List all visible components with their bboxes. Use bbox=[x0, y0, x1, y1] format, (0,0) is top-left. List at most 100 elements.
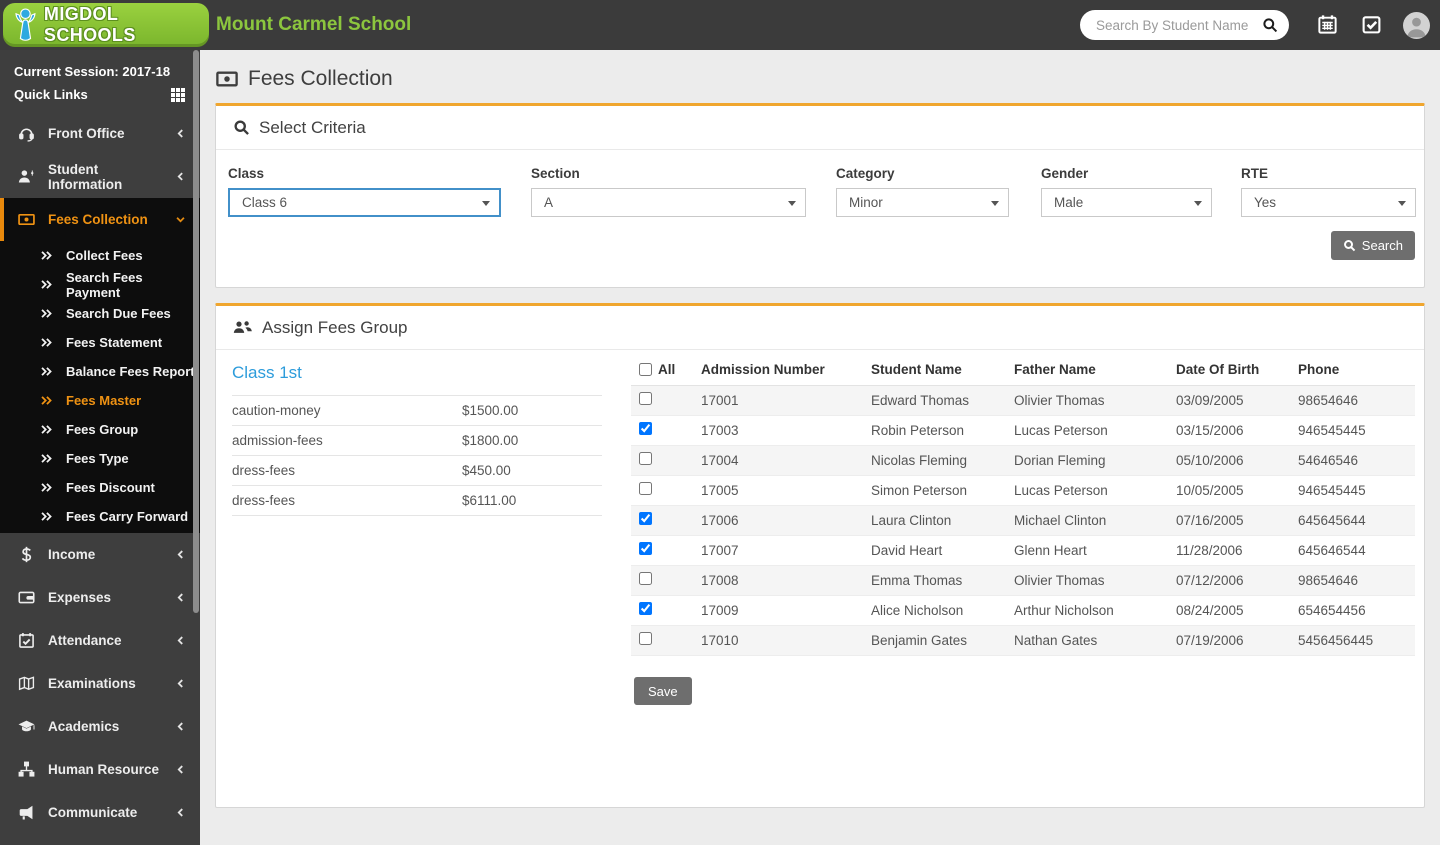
communicate-icon bbox=[18, 804, 35, 821]
rte-select[interactable]: Yes bbox=[1241, 188, 1416, 217]
row-checkbox-cell bbox=[631, 475, 692, 506]
section-select[interactable]: A bbox=[531, 188, 806, 217]
sidebar-item-expenses[interactable]: Expenses bbox=[0, 576, 200, 619]
students-table: All Admission Number Student Name Father Na… bbox=[631, 355, 1415, 656]
sidebar-item-label: Examinations bbox=[48, 676, 136, 691]
row-checkbox[interactable] bbox=[639, 572, 652, 585]
sidebar-subitem-search-fees-payment[interactable]: Search Fees Payment bbox=[0, 269, 200, 300]
sidebar-subitem-label: Fees Master bbox=[66, 393, 142, 408]
sidebar-item-label: Attendance bbox=[48, 633, 122, 648]
user-avatar[interactable] bbox=[1403, 12, 1430, 39]
sidebar-subitem-fees-type[interactable]: Fees Type bbox=[0, 444, 200, 473]
sidebar-subitem-balance-fees-report[interactable]: Balance Fees Report bbox=[0, 357, 200, 386]
fee-amount: $1500.00 bbox=[462, 403, 519, 418]
sidebar-item-communicate[interactable]: Communicate bbox=[0, 791, 200, 834]
student-row: 17005 Simon Peterson Lucas Peterson 10/05/2… bbox=[631, 475, 1415, 506]
caret-down-icon bbox=[482, 200, 490, 206]
fee-row: dress-fees $6111.00 bbox=[232, 486, 602, 516]
select-all-cell: All bbox=[631, 355, 692, 386]
sidebar-subitem-fees-group[interactable]: Fees Group bbox=[0, 415, 200, 444]
row-checkbox[interactable] bbox=[639, 512, 652, 525]
sidebar-scrollbar[interactable] bbox=[193, 50, 199, 613]
row-checkbox[interactable] bbox=[639, 422, 652, 435]
father-cell: Olivier Thomas bbox=[1005, 385, 1167, 416]
logo-text: MIGDOL SCHOOLS bbox=[43, 4, 136, 45]
double-right-icon bbox=[40, 249, 53, 262]
sidebar-item-human-resource[interactable]: Human Resource bbox=[0, 748, 200, 791]
save-button[interactable]: Save bbox=[634, 677, 692, 705]
sidebar-subitem-label: Fees Carry Forward bbox=[66, 509, 189, 524]
row-checkbox[interactable] bbox=[639, 632, 652, 645]
sidebar-item-academics[interactable]: Academics bbox=[0, 705, 200, 748]
chevron-down-icon bbox=[175, 214, 186, 225]
sidebar-subitem-label: Search Fees Payment bbox=[66, 269, 143, 300]
fee-amount: $6111.00 bbox=[462, 493, 517, 508]
phone-cell: 645645644 bbox=[1289, 505, 1415, 536]
row-checkbox[interactable] bbox=[639, 542, 652, 555]
select-all-checkbox[interactable] bbox=[639, 363, 652, 377]
fee-amount: $450.00 bbox=[462, 463, 511, 478]
sidebar-item-label: Expenses bbox=[48, 590, 112, 605]
fee-name: admission-fees bbox=[232, 433, 323, 448]
admission-cell: 17001 bbox=[692, 385, 862, 416]
row-checkbox-cell bbox=[631, 445, 692, 476]
task-check-icon[interactable] bbox=[1361, 14, 1382, 35]
fee-name: caution-money bbox=[232, 403, 321, 418]
sidebar-subitem-fees-master[interactable]: Fees Master bbox=[0, 386, 200, 415]
row-checkbox-cell bbox=[631, 595, 692, 626]
field-category: Category Minor bbox=[836, 166, 1009, 217]
assign-fees-group-body: Class 1st caution-money $1500.00 admission… bbox=[216, 353, 1424, 807]
user-icon bbox=[1403, 12, 1430, 39]
row-checkbox[interactable] bbox=[639, 482, 652, 495]
fee-row: dress-fees $450.00 bbox=[232, 456, 602, 486]
select-all-label: All bbox=[658, 362, 676, 378]
caret-down-icon bbox=[991, 200, 999, 206]
admission-cell: 17010 bbox=[692, 625, 862, 656]
class-select[interactable]: Class 6 bbox=[228, 188, 501, 217]
search-button[interactable]: Search bbox=[1330, 231, 1415, 260]
father-cell: Arthur Nicholson bbox=[1005, 595, 1167, 626]
sidebar-subitem-search-due-fees[interactable]: Search Due Fees bbox=[0, 299, 200, 328]
phone-cell: 946545445 bbox=[1289, 415, 1415, 446]
sidebar-subitem-collect-fees[interactable]: Collect Fees bbox=[0, 241, 200, 270]
sidebar-item-attendance[interactable]: Attendance bbox=[0, 619, 200, 662]
gender-select[interactable]: Male bbox=[1041, 188, 1212, 217]
phone-cell: 98654646 bbox=[1289, 385, 1415, 416]
grid-icon[interactable] bbox=[170, 87, 186, 103]
student-search-input[interactable] bbox=[1096, 17, 1262, 33]
select-value: Yes bbox=[1254, 195, 1277, 210]
select-criteria-body: Search Class Class 6 Section A Category Minor… bbox=[216, 153, 1424, 287]
field-label: RTE bbox=[1241, 166, 1268, 181]
sidebar-item-label: Student Information bbox=[48, 161, 123, 192]
chevron-left-icon bbox=[175, 764, 186, 775]
calendar-icon[interactable] bbox=[1317, 14, 1338, 35]
dob-cell: 07/16/2005 bbox=[1167, 505, 1289, 536]
fee-group-name: Class 1st bbox=[232, 353, 602, 396]
category-select[interactable]: Minor bbox=[836, 188, 1009, 217]
money-bill-icon bbox=[216, 68, 238, 90]
page-title-text: Fees Collection bbox=[248, 67, 393, 90]
sidebar-item-student-information[interactable]: Student Information bbox=[0, 155, 200, 198]
sidebar-item-fees-collection[interactable]: Fees Collection bbox=[0, 198, 200, 241]
row-checkbox[interactable] bbox=[639, 602, 652, 615]
row-checkbox[interactable] bbox=[639, 392, 652, 405]
expenses-icon bbox=[18, 589, 35, 606]
sidebar-item-examinations[interactable]: Examinations bbox=[0, 662, 200, 705]
admission-cell: 17004 bbox=[692, 445, 862, 476]
sidebar-subitem-label: Fees Group bbox=[66, 422, 139, 437]
sidebar-item-label: Income bbox=[48, 547, 96, 562]
row-checkbox[interactable] bbox=[639, 452, 652, 465]
brand-logo[interactable]: MIGDOL SCHOOLS bbox=[3, 3, 209, 47]
sidebar-item-income[interactable]: Income bbox=[0, 533, 200, 576]
student-cell: Laura Clinton bbox=[862, 505, 1005, 536]
sidebar-subitem-fees-statement[interactable]: Fees Statement bbox=[0, 328, 200, 357]
sidebar-subitem-fees-discount[interactable]: Fees Discount bbox=[0, 473, 200, 502]
income-icon bbox=[18, 546, 35, 563]
double-right-icon bbox=[40, 278, 53, 291]
chevron-left-icon bbox=[175, 592, 186, 603]
student-row: 17001 Edward Thomas Olivier Thomas 03/09/20… bbox=[631, 385, 1415, 416]
search-icon[interactable] bbox=[1262, 17, 1278, 33]
student-cell: Simon Peterson bbox=[862, 475, 1005, 506]
sidebar-subitem-fees-carry-forward[interactable]: Fees Carry Forward bbox=[0, 502, 200, 531]
sidebar-item-front-office[interactable]: Front Office bbox=[0, 112, 200, 155]
